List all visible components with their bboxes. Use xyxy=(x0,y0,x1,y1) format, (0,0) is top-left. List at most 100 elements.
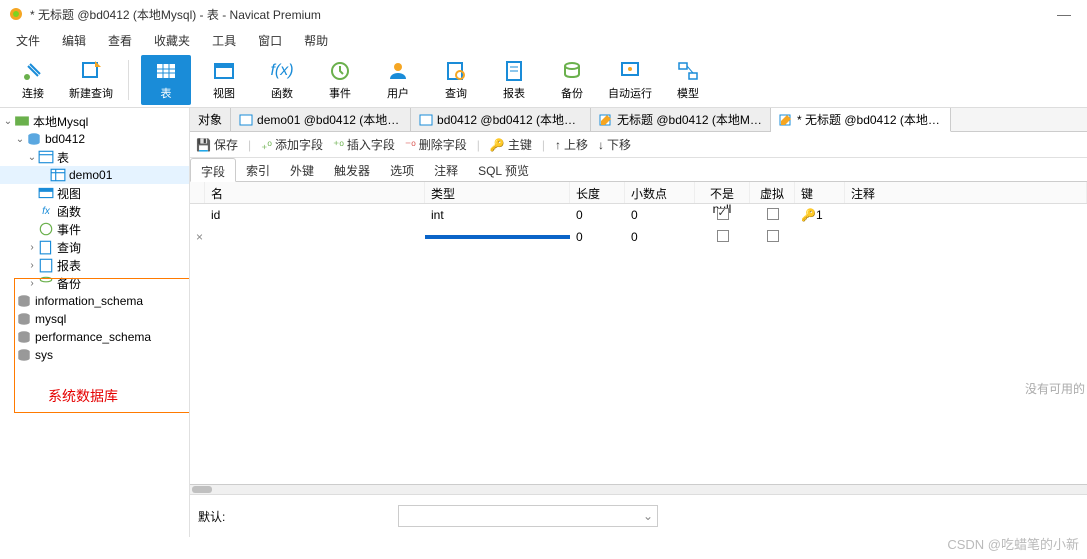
sidebar: ⌄ 本地Mysql ⌄ bd0412 ⌄ 表 demo01 视图 fx 函数 xyxy=(0,108,190,537)
tree-tables[interactable]: ⌄ 表 xyxy=(0,148,189,166)
col-key[interactable]: 键 xyxy=(795,182,845,203)
col-notnull[interactable]: 不是 null xyxy=(695,182,750,203)
chevron-right-icon[interactable]: › xyxy=(26,260,38,271)
view-icon xyxy=(38,186,54,200)
cell-length[interactable]: 0 xyxy=(570,228,625,246)
database-icon xyxy=(26,132,42,146)
cell-key[interactable]: 🔑1 xyxy=(795,206,845,224)
tree-reports[interactable]: › 报表 xyxy=(0,256,189,274)
cell-type[interactable]: int xyxy=(425,206,570,224)
tab-objects[interactable]: 对象 xyxy=(190,108,231,131)
col-virtual[interactable]: 虚拟 xyxy=(750,182,795,203)
chevron-right-icon[interactable]: › xyxy=(26,242,38,253)
clock-icon xyxy=(38,222,54,236)
menu-file[interactable]: 文件 xyxy=(6,30,50,51)
tree-events[interactable]: 事件 xyxy=(0,220,189,238)
toolbar-query[interactable]: 查询 xyxy=(431,55,481,105)
tree-database[interactable]: ⌄ bd0412 xyxy=(0,130,189,148)
cell-length[interactable]: 0 xyxy=(570,206,625,224)
minimize-button[interactable]: — xyxy=(1049,6,1079,22)
subtab-fkeys[interactable]: 外键 xyxy=(280,158,324,181)
menu-help[interactable]: 帮助 xyxy=(294,30,338,51)
table-row[interactable]: id int 0 0 🔑1 xyxy=(190,204,1087,226)
tree-views[interactable]: 视图 xyxy=(0,184,189,202)
cell-notnull[interactable] xyxy=(695,206,750,225)
toolbar-view[interactable]: 视图 xyxy=(199,55,249,105)
checkbox-icon[interactable] xyxy=(717,230,729,242)
toolbar-table[interactable]: 表 xyxy=(141,55,191,105)
checkbox-icon[interactable] xyxy=(767,208,779,220)
col-comment[interactable]: 注释 xyxy=(845,182,1087,203)
add-field-button[interactable]: ₊ᵒ添加字段 xyxy=(261,136,323,153)
move-up-button[interactable]: ↑上移 xyxy=(555,136,588,153)
col-type[interactable]: 类型 xyxy=(425,182,570,203)
menu-favorites[interactable]: 收藏夹 xyxy=(144,30,200,51)
toolbar-backup[interactable]: 备份 xyxy=(547,55,597,105)
cell-virtual[interactable] xyxy=(750,228,795,247)
menu-window[interactable]: 窗口 xyxy=(248,30,292,51)
chevron-down-icon: ⌄ xyxy=(643,509,653,523)
toolbar-user[interactable]: 用户 xyxy=(373,55,423,105)
insert-icon: ⁺ᵒ xyxy=(333,138,344,152)
default-value-combo[interactable]: ⌄ xyxy=(398,505,658,527)
toolbar-connect[interactable]: 连接 xyxy=(8,55,58,105)
toolbar-model[interactable]: 模型 xyxy=(663,55,713,105)
col-decimal[interactable]: 小数点 xyxy=(625,182,695,203)
cell-decimal[interactable]: 0 xyxy=(625,228,695,246)
tab-untitled-2[interactable]: * 无标题 @bd0412 (本地Mys... xyxy=(771,108,951,132)
tab-bd0412[interactable]: bd0412 @bd0412 (本地Mys... xyxy=(411,108,591,131)
col-name[interactable]: 名 xyxy=(205,182,425,203)
cell-notnull[interactable] xyxy=(695,228,750,247)
checkbox-checked-icon[interactable] xyxy=(717,208,729,220)
backup-icon xyxy=(560,59,584,83)
add-icon: ₊ᵒ xyxy=(261,138,272,152)
cell-type-editing[interactable] xyxy=(425,235,570,239)
cell-comment[interactable] xyxy=(845,213,1087,217)
toolbar-report[interactable]: 报表 xyxy=(489,55,539,105)
tree-queries[interactable]: › 查询 xyxy=(0,238,189,256)
tree-table-item[interactable]: demo01 xyxy=(0,166,189,184)
horizontal-scrollbar[interactable] xyxy=(190,484,1087,494)
save-button[interactable]: 💾保存 xyxy=(196,136,238,153)
report-icon xyxy=(38,258,54,272)
menu-edit[interactable]: 编辑 xyxy=(52,30,96,51)
toolbar-separator xyxy=(128,60,129,100)
menu-tools[interactable]: 工具 xyxy=(202,30,246,51)
move-down-button[interactable]: ↓下移 xyxy=(598,136,631,153)
toolbar-event[interactable]: 事件 xyxy=(315,55,365,105)
menubar: 文件 编辑 查看 收藏夹 工具 窗口 帮助 xyxy=(0,28,1087,52)
table-row[interactable]: × 0 0 xyxy=(190,226,1087,248)
subtab-indexes[interactable]: 索引 xyxy=(236,158,280,181)
toolbar-newquery[interactable]: 新建查询 xyxy=(66,55,116,105)
subtab-options[interactable]: 选项 xyxy=(380,158,424,181)
event-icon xyxy=(328,59,352,83)
tab-untitled-1[interactable]: 无标题 @bd0412 (本地Mysql... xyxy=(591,108,771,131)
report-icon xyxy=(502,59,526,83)
cell-name[interactable]: id xyxy=(205,206,425,224)
chevron-down-icon[interactable]: ⌄ xyxy=(14,134,26,145)
insert-field-button[interactable]: ⁺ᵒ插入字段 xyxy=(333,136,395,153)
tree-connection[interactable]: ⌄ 本地Mysql xyxy=(0,112,189,130)
tree-functions[interactable]: fx 函数 xyxy=(0,202,189,220)
subtab-triggers[interactable]: 触发器 xyxy=(324,158,380,181)
query-icon xyxy=(38,240,54,254)
cell-key[interactable] xyxy=(795,235,845,239)
cell-decimal[interactable]: 0 xyxy=(625,206,695,224)
cell-name[interactable] xyxy=(205,235,425,239)
col-length[interactable]: 长度 xyxy=(570,182,625,203)
chevron-down-icon[interactable]: ⌄ xyxy=(2,116,14,127)
tab-demo01[interactable]: demo01 @bd0412 (本地Mys... xyxy=(231,108,411,131)
chevron-down-icon[interactable]: ⌄ xyxy=(26,152,38,163)
primary-key-button[interactable]: 🔑主键 xyxy=(490,136,532,153)
cell-comment[interactable] xyxy=(845,235,1087,239)
subtab-sqlpreview[interactable]: SQL 预览 xyxy=(468,158,539,181)
toolbar-function[interactable]: f(x) 函数 xyxy=(257,55,307,105)
cell-virtual[interactable] xyxy=(750,206,795,225)
subtab-fields[interactable]: 字段 xyxy=(190,158,236,182)
toolbar-autorun[interactable]: 自动运行 xyxy=(605,55,655,105)
scrollbar-thumb[interactable] xyxy=(192,486,212,493)
subtab-comment[interactable]: 注释 xyxy=(424,158,468,181)
menu-view[interactable]: 查看 xyxy=(98,30,142,51)
checkbox-icon[interactable] xyxy=(767,230,779,242)
delete-field-button[interactable]: ⁻ᵒ删除字段 xyxy=(405,136,467,153)
